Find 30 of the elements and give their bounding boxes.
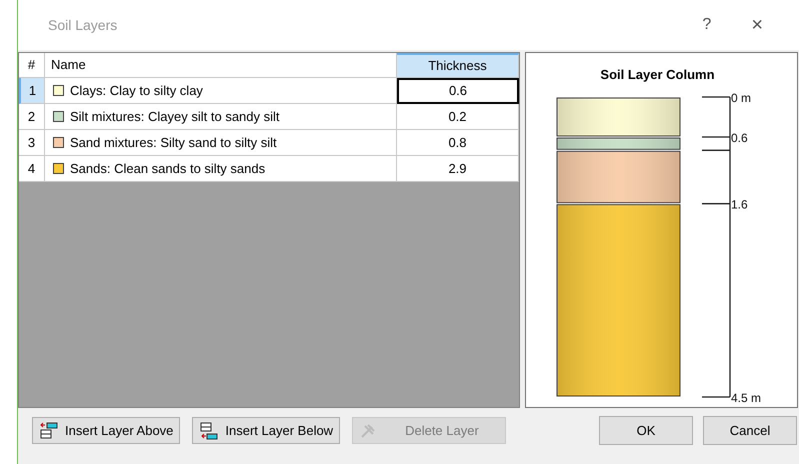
- layer-insert-icon: [39, 420, 59, 440]
- dialog-button[interactable]: Cancel: [703, 416, 797, 445]
- table-cell-text: Sands: Clean sands to silty sands: [70, 160, 266, 178]
- thickness-cell[interactable]: 2.9: [397, 156, 519, 182]
- thickness-cell[interactable]: 0.8: [397, 130, 519, 156]
- column-header[interactable]: Name: [45, 53, 397, 78]
- help-button[interactable]: ?: [702, 13, 712, 37]
- table-cell-text: Sand mixtures: Silty sand to silty silt: [70, 134, 277, 152]
- dialog-button[interactable]: OK: [599, 416, 693, 445]
- depth-label: 0.6: [731, 130, 748, 144]
- insert-layer-button[interactable]: Insert Layer Below: [192, 417, 340, 444]
- column-header[interactable]: #: [19, 53, 45, 78]
- depth-label: 4.5 m: [731, 390, 762, 404]
- row-header[interactable]: 1: [19, 78, 45, 104]
- close-button[interactable]: ×: [751, 10, 763, 40]
- chart-title: Soil Layer Column: [600, 66, 715, 84]
- thickness-cell[interactable]: 0.6: [397, 78, 519, 104]
- window-title: Soil Layers: [48, 16, 118, 35]
- depth-label: 0 m: [731, 90, 752, 104]
- row-header[interactable]: 3: [19, 130, 45, 156]
- table-cell-text: Silt mixtures: Clayey silt to sandy silt: [70, 108, 280, 126]
- depth-label: 1.6: [731, 197, 748, 212]
- delete-icon: [359, 422, 378, 440]
- layer-insert-icon: [199, 420, 220, 440]
- insert-layer-button[interactable]: Insert Layer Above: [32, 417, 180, 444]
- row-header[interactable]: 4: [19, 156, 45, 182]
- thickness-cell[interactable]: 0.2: [397, 104, 519, 130]
- table-cell-text: Clays: Clay to silty clay: [70, 82, 203, 100]
- row-header[interactable]: 2: [19, 104, 45, 130]
- column-header[interactable]: Thickness: [397, 53, 519, 78]
